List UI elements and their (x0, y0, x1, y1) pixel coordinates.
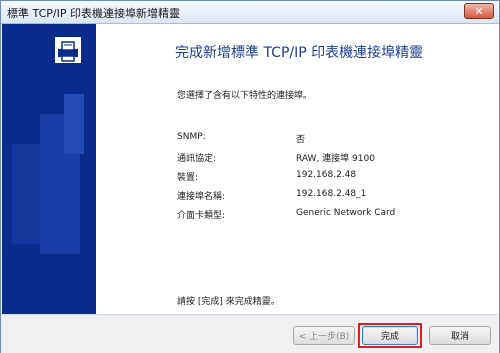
property-label: 裝置: (177, 173, 199, 183)
wizard-sidebar-banner (2, 24, 96, 314)
cancel-button[interactable]: 取消 (429, 326, 491, 345)
printer-icon-graphic (58, 41, 78, 62)
property-value: Generic Network Card (296, 208, 396, 218)
wizard-content: 完成新增標準 TCP/IP 印表機連接埠精靈 您選擇了含有以下特性的連接埠。 S… (97, 24, 499, 314)
close-icon: ✕ (474, 4, 484, 18)
property-value: 否 (296, 135, 306, 145)
printer-icon (53, 35, 83, 65)
property-label: 連接埠名稱: (177, 192, 226, 202)
property-label: 通訊協定: (177, 154, 217, 164)
finish-button[interactable]: 完成 (362, 326, 418, 345)
property-value: RAW, 連接埠 9100 (296, 154, 375, 164)
page-title: 完成新增標準 TCP/IP 印表機連接埠精靈 (175, 45, 424, 61)
sidebar-decoration (64, 94, 84, 154)
property-label: SNMP: (177, 132, 206, 142)
window-title: 標準 TCP/IP 印表機連接埠新增精靈 (7, 7, 180, 20)
close-button[interactable]: ✕ (464, 3, 494, 19)
property-label: 介面卡類型: (177, 211, 226, 221)
button-bar: < 上一步(B) 完成 取消 (1, 314, 499, 353)
property-value: 192.168.2.48 (296, 170, 357, 180)
property-value: 192.168.2.48_1 (296, 189, 367, 199)
title-bar: 標準 TCP/IP 印表機連接埠新增精靈 ✕ (1, 1, 499, 24)
finish-instruction: 請按 [完成] 來完成精靈。 (177, 297, 280, 307)
intro-text: 您選擇了含有以下特性的連接埠。 (177, 91, 313, 101)
wizard-window: 標準 TCP/IP 印表機連接埠新增精靈 ✕ 完成新增標準 TCP/IP 印表機… (0, 0, 500, 353)
back-button[interactable]: < 上一步(B) (293, 326, 355, 345)
